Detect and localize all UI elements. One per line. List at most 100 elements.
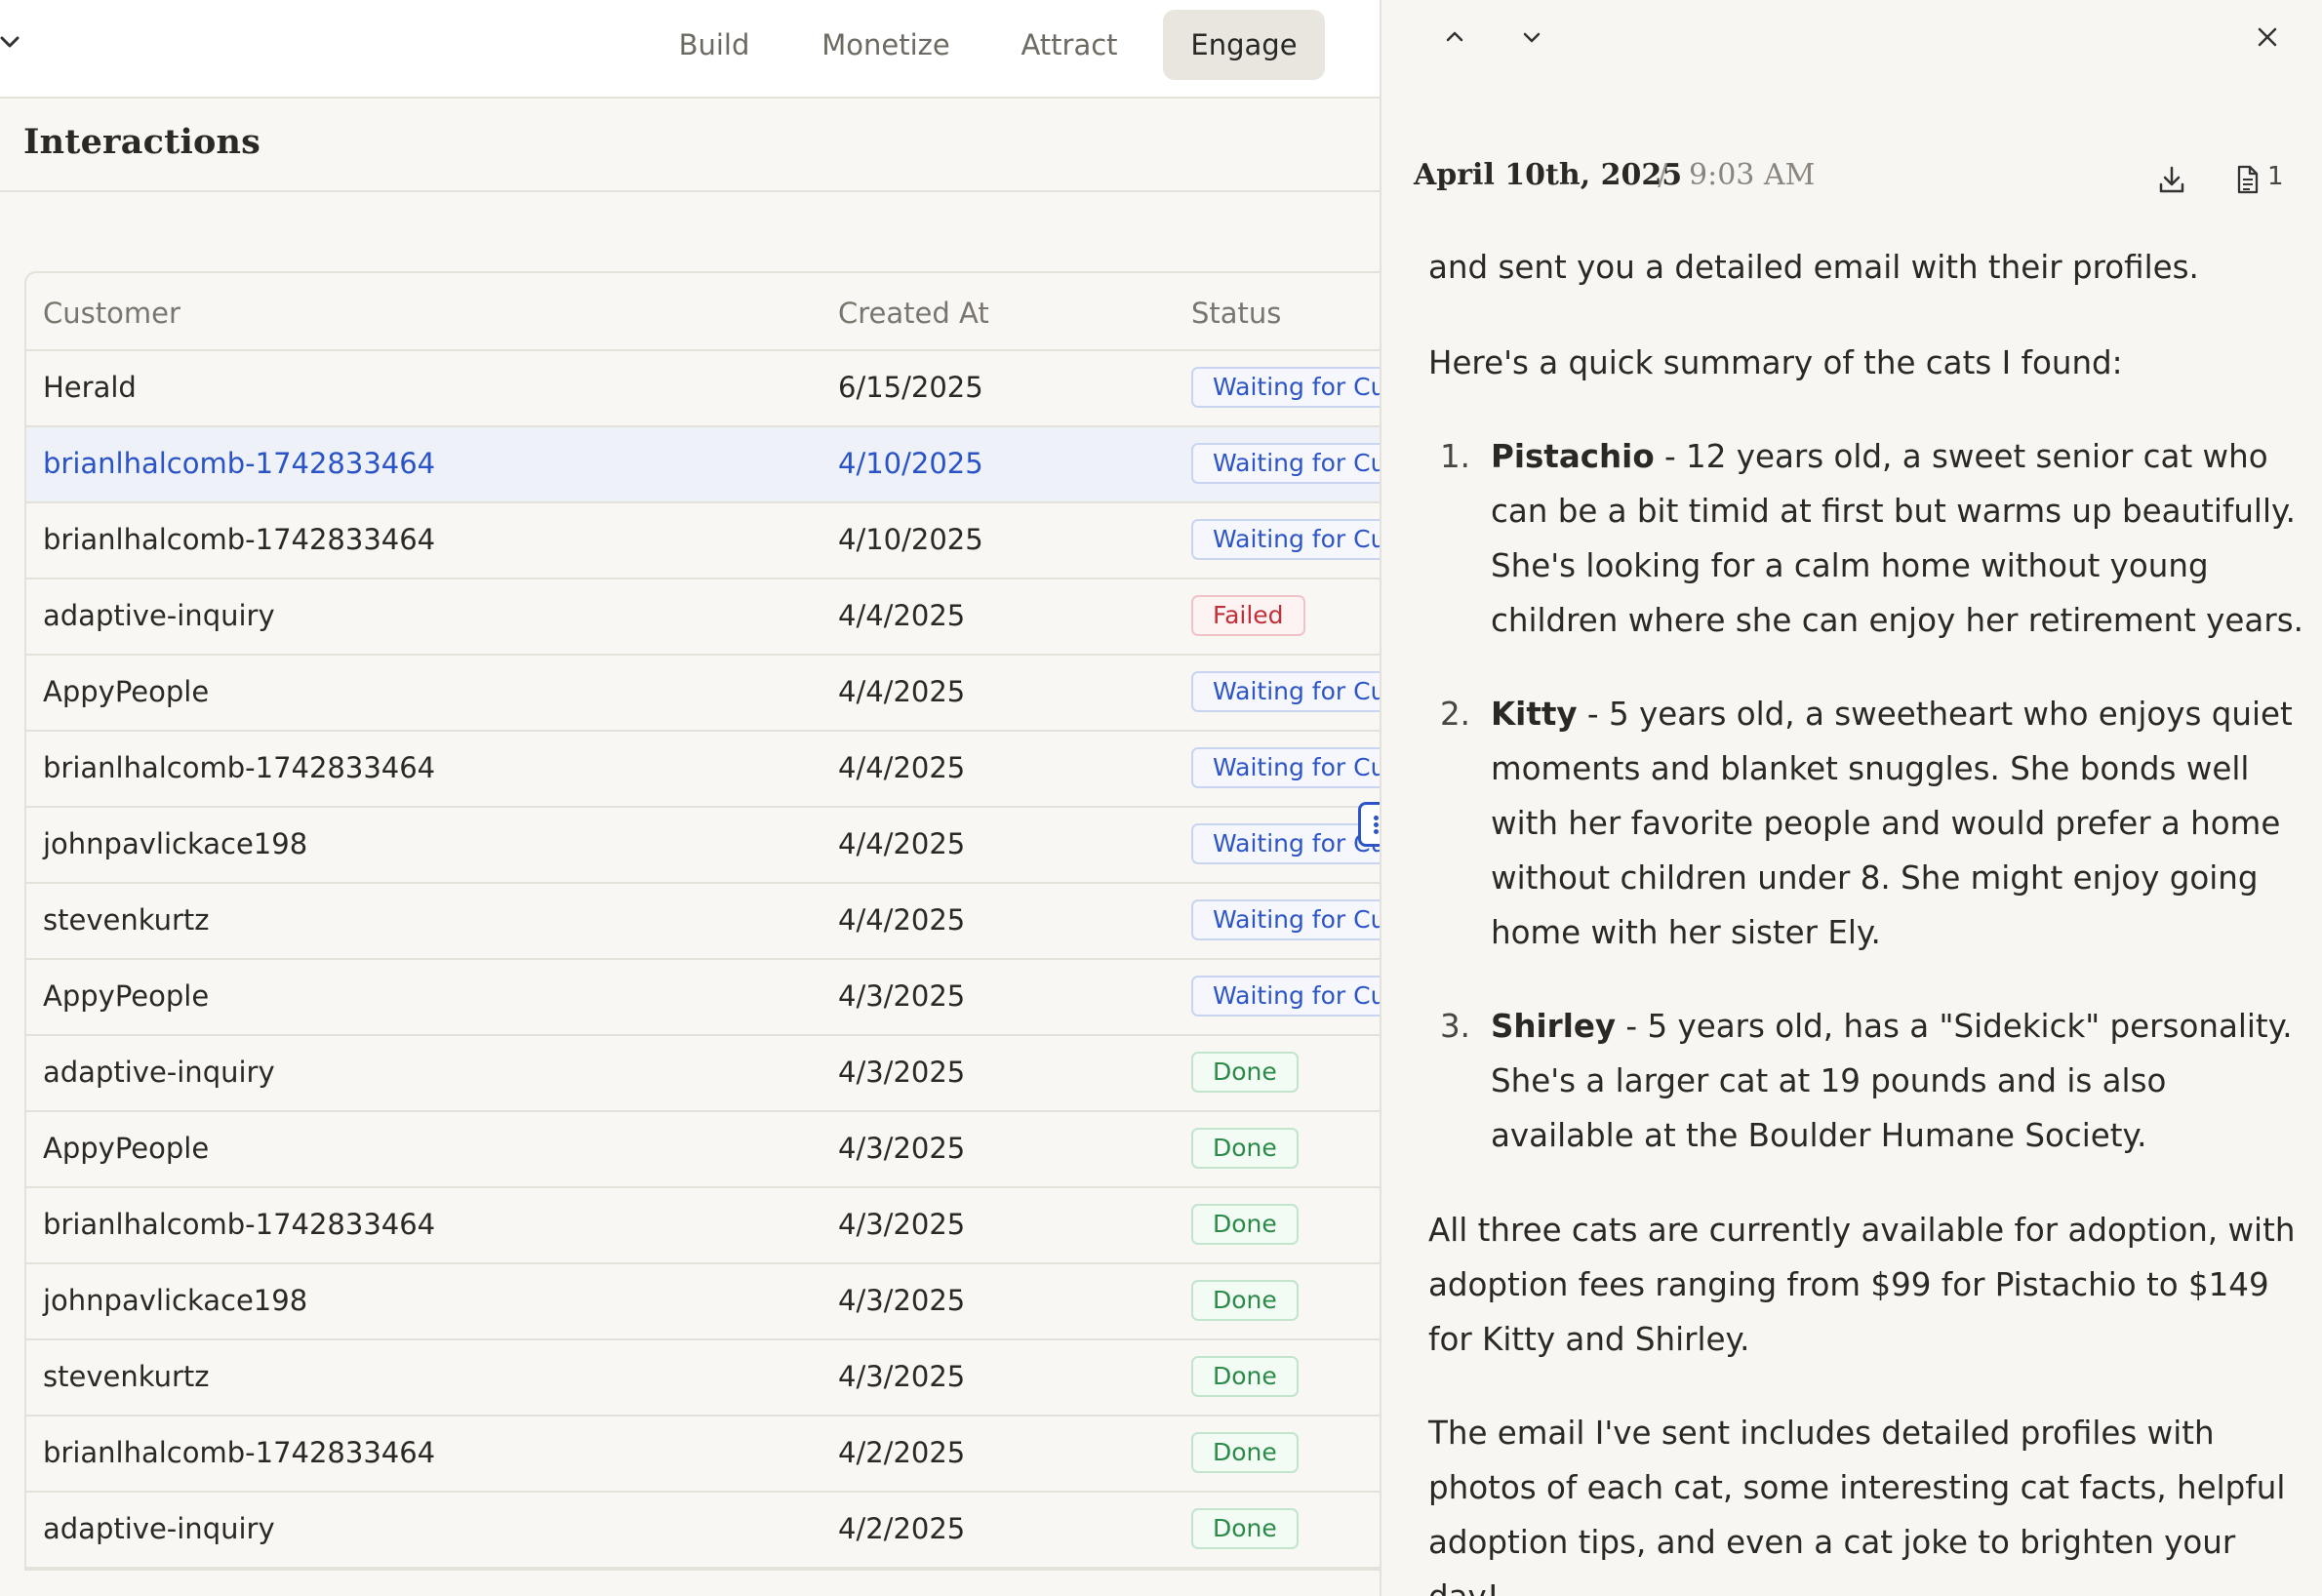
customer-cell: stevenkurtz <box>43 1360 210 1393</box>
tab-monetize[interactable]: Monetize <box>806 10 966 80</box>
message-paragraph-fees: All three cats are currently available f… <box>1428 1212 2296 1358</box>
tab-attract[interactable]: Attract <box>995 10 1143 80</box>
table-row[interactable]: johnpavlickace198 4/3/2025 Done <box>26 1264 1380 1340</box>
message-intro: Here's a quick summary of the cats I fou… <box>1428 344 2123 381</box>
status-badge: Done <box>1191 1128 1299 1169</box>
download-icon[interactable] <box>2152 160 2191 199</box>
created-at-cell: 4/3/2025 <box>838 1360 966 1393</box>
table-row[interactable]: Herald 6/15/2025 Waiting for Cus <box>26 351 1380 427</box>
table-row[interactable]: adaptive-inquiry 4/2/2025 Done <box>26 1493 1380 1569</box>
status-badge: Waiting for Cus <box>1191 671 1380 712</box>
created-at-cell: 4/3/2025 <box>838 1132 966 1165</box>
status-badge: Failed <box>1191 595 1305 636</box>
customer-cell: AppyPeople <box>43 979 210 1013</box>
customer-cell: brianlhalcomb-1742833464 <box>43 1208 436 1241</box>
customer-cell: stevenkurtz <box>43 903 210 937</box>
table-row[interactable]: johnpavlickace198 4/4/2025 Waiting for Cus <box>26 808 1380 884</box>
customer-cell: adaptive-inquiry <box>43 1056 275 1089</box>
customer-cell: AppyPeople <box>43 675 210 708</box>
created-at-cell: 4/2/2025 <box>838 1436 966 1469</box>
status-badge: Waiting for Cus <box>1191 899 1380 940</box>
status-badge: Waiting for Cus <box>1191 976 1380 1017</box>
interaction-date: April 10th, 2025 <box>1414 158 1683 192</box>
customer-cell: Herald <box>43 371 137 404</box>
created-at-cell: 4/3/2025 <box>838 979 966 1013</box>
status-badge: Done <box>1191 1432 1299 1473</box>
customer-cell: johnpavlickace198 <box>43 1284 308 1317</box>
cat-name: Shirley <box>1491 1008 1617 1045</box>
created-at-cell: 4/4/2025 <box>838 599 966 632</box>
table-row[interactable]: AppyPeople 4/3/2025 Waiting for Cus <box>26 960 1380 1036</box>
customer-cell: brianlhalcomb-1742833464 <box>43 523 436 556</box>
top-nav-bar: Build Monetize Attract Engage <box>0 0 1380 99</box>
table-row[interactable]: AppyPeople 4/3/2025 Done <box>26 1112 1380 1188</box>
chevron-up-icon[interactable] <box>1435 18 1474 57</box>
message-paragraph-cut-off: and sent you a detailed email with their… <box>1428 249 2199 286</box>
created-at-cell: 4/3/2025 <box>838 1208 966 1241</box>
column-header-created-at[interactable]: Created At <box>838 297 989 330</box>
customer-cell: adaptive-inquiry <box>43 599 275 632</box>
created-at-cell: 4/10/2025 <box>838 523 983 556</box>
created-at-cell: 4/4/2025 <box>838 903 966 937</box>
created-at-cell: 4/10/2025 <box>838 447 983 480</box>
status-badge: Done <box>1191 1508 1299 1549</box>
table-row[interactable]: brianlhalcomb-1742833464 4/10/2025 Waiting… <box>26 503 1380 579</box>
table-row[interactable]: brianlhalcomb-1742833464 4/3/2025 Done <box>26 1188 1380 1264</box>
drag-handle-icon[interactable] <box>1358 802 1380 847</box>
table-row[interactable]: adaptive-inquiry 4/3/2025 Done <box>26 1036 1380 1112</box>
interaction-detail-panel: and sent you a detailed email with their… <box>1380 0 2322 1596</box>
status-badge: Done <box>1191 1280 1299 1321</box>
created-at-cell: 4/4/2025 <box>838 675 966 708</box>
table-body: Herald6/15/2025Waiting for Cusbrianlhalc… <box>26 351 1380 1569</box>
created-at-cell: 4/3/2025 <box>838 1284 966 1317</box>
customer-cell: brianlhalcomb-1742833464 <box>43 1436 436 1469</box>
status-badge: Waiting for Cus <box>1191 823 1380 864</box>
detail-toolbar <box>1381 0 2322 117</box>
table-row[interactable]: stevenkurtz 4/3/2025 Done <box>26 1340 1380 1416</box>
column-header-status[interactable]: Status <box>1191 297 1281 330</box>
interactions-table: Customer Created At Status Herald 6/15/20… <box>24 271 1380 1571</box>
table-row[interactable]: AppyPeople 4/4/2025 Waiting for Cus <box>26 656 1380 732</box>
list-number: 3. <box>1440 1008 1471 1045</box>
cat-description: - 5 years old, a sweetheart who enjoys q… <box>1491 696 2293 951</box>
table-header: Customer Created At Status <box>26 273 1380 351</box>
status-badge: Done <box>1191 1356 1299 1397</box>
tab-build[interactable]: Build <box>652 10 777 80</box>
created-at-cell: 6/15/2025 <box>838 371 983 404</box>
table-row[interactable]: adaptive-inquiry 4/4/2025 Failed <box>26 579 1380 656</box>
status-badge: Waiting for Cus <box>1191 443 1380 484</box>
column-header-customer[interactable]: Customer <box>43 297 180 330</box>
created-at-cell: 4/4/2025 <box>838 827 966 860</box>
table-row[interactable]: brianlhalcomb-1742833464 4/4/2025 Waiting … <box>26 732 1380 808</box>
status-badge: Waiting for Cus <box>1191 519 1380 560</box>
created-at-cell: 4/2/2025 <box>838 1512 966 1545</box>
date-separator: / <box>1658 158 1668 192</box>
customer-cell: brianlhalcomb-1742833464 <box>43 751 436 784</box>
created-at-cell: 4/3/2025 <box>838 1056 966 1089</box>
cat-name: Kitty <box>1491 696 1578 733</box>
customer-cell: johnpavlickace198 <box>43 827 308 860</box>
detail-header: April 10th, 2025 / 9:03 AM 1 <box>1381 137 2322 219</box>
table-row[interactable]: brianlhalcomb-1742833464 4/2/2025 Done <box>26 1416 1380 1493</box>
table-row[interactable]: stevenkurtz 4/4/2025 Waiting for Cus <box>26 884 1380 960</box>
created-at-cell: 4/4/2025 <box>838 751 966 784</box>
table-row[interactable]: brianlhalcomb-1742833464 4/10/2025 Waiting… <box>26 427 1380 503</box>
status-badge: Done <box>1191 1204 1299 1245</box>
customer-cell: brianlhalcomb-1742833464 <box>43 447 436 480</box>
list-number: 1. <box>1440 438 1471 475</box>
status-badge: Waiting for Cus <box>1191 367 1380 408</box>
document-icon[interactable] <box>2230 160 2263 199</box>
close-icon[interactable] <box>2248 18 2287 57</box>
chevron-down-icon[interactable] <box>1512 18 1551 57</box>
message-paragraph-email: The email I've sent includes detailed pr… <box>1428 1415 2286 1596</box>
status-badge: Done <box>1191 1052 1299 1093</box>
page-header: Interactions <box>0 100 1380 192</box>
customer-cell: AppyPeople <box>43 1132 210 1165</box>
list-number: 2. <box>1440 696 1471 733</box>
interaction-time: 9:03 AM <box>1689 158 1816 192</box>
interactions-pane: Build Monetize Attract Engage Interactio… <box>0 0 1380 1596</box>
chevron-down-icon[interactable] <box>0 27 21 57</box>
attachment-count: 1 <box>2267 162 2284 191</box>
tab-engage[interactable]: Engage <box>1163 10 1325 80</box>
page-title: Interactions <box>23 122 261 162</box>
